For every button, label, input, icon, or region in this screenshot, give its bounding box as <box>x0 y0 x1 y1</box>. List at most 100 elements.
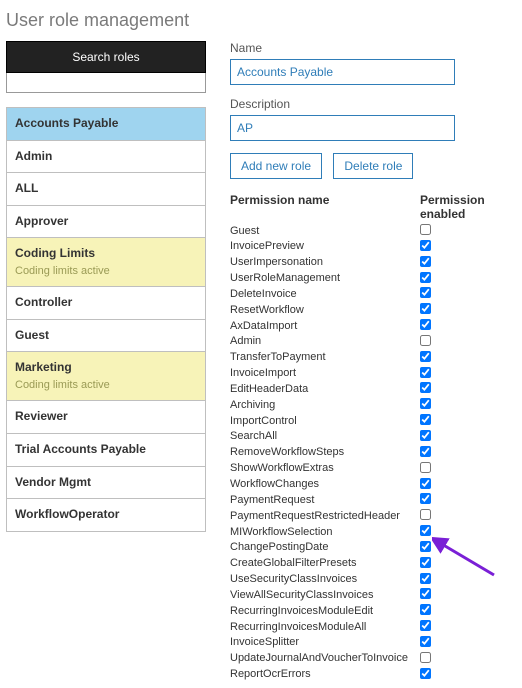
permission-row: UserRoleManagement <box>230 271 516 287</box>
permission-checkbox[interactable] <box>420 335 431 346</box>
description-label: Description <box>230 97 516 111</box>
role-item-sublabel: Coding limits active <box>15 264 197 278</box>
permission-checkbox[interactable] <box>420 367 431 378</box>
permission-checkbox[interactable] <box>420 240 431 251</box>
permission-checkbox[interactable] <box>420 351 431 362</box>
role-item-label: Controller <box>15 295 72 309</box>
permission-name: ImportControl <box>230 414 420 429</box>
name-label: Name <box>230 41 516 55</box>
permission-checkbox[interactable] <box>420 287 431 298</box>
role-item-label: Marketing <box>15 360 72 374</box>
permission-row: UserImpersonation <box>230 255 516 271</box>
role-item-label: WorkflowOperator <box>15 507 119 521</box>
permission-checkbox[interactable] <box>420 652 431 663</box>
permission-name: WorkflowChanges <box>230 477 420 492</box>
permission-checkbox[interactable] <box>420 541 431 552</box>
permission-row: PaymentRequest <box>230 492 516 508</box>
permission-row: InvoiceSplitter <box>230 635 516 651</box>
permission-row: RecurringInvoicesModuleEdit <box>230 603 516 619</box>
permission-row: WorkflowChanges <box>230 477 516 493</box>
role-item[interactable]: Coding Limits Coding limits active <box>6 238 206 287</box>
permission-list: GuestInvoicePreviewUserImpersonationUser… <box>230 223 516 682</box>
permission-checkbox[interactable] <box>420 398 431 409</box>
permission-name: InvoicePreview <box>230 239 420 254</box>
permission-row: RemoveWorkflowSteps <box>230 445 516 461</box>
name-input[interactable] <box>230 59 455 85</box>
role-item[interactable]: Reviewer <box>6 401 206 434</box>
permission-row: Archiving <box>230 397 516 413</box>
permission-row: ResetWorkflow <box>230 302 516 318</box>
description-input[interactable] <box>230 115 455 141</box>
permission-name: PaymentRequest <box>230 493 420 508</box>
permission-enabled-header: Permission enabled <box>420 193 516 221</box>
permission-checkbox[interactable] <box>420 224 431 235</box>
role-item-label: Admin <box>15 149 52 163</box>
role-item-label: Approver <box>15 214 68 228</box>
permission-name: AxDataImport <box>230 319 420 334</box>
permission-checkbox[interactable] <box>420 303 431 314</box>
role-item-label: Reviewer <box>15 409 68 423</box>
role-item[interactable]: ALL <box>6 173 206 206</box>
search-roles-input[interactable] <box>6 73 206 93</box>
role-list: Accounts Payable Admin ALL Approver Coding L… <box>6 107 206 532</box>
permission-checkbox[interactable] <box>420 414 431 425</box>
add-new-role-button[interactable]: Add new role <box>230 153 322 179</box>
role-item-sublabel: Coding limits active <box>15 378 197 392</box>
search-roles-button[interactable]: Search roles <box>6 41 206 73</box>
permission-name: ReportOcrErrors <box>230 667 420 682</box>
role-item[interactable]: Approver <box>6 206 206 239</box>
permission-checkbox[interactable] <box>420 525 431 536</box>
permission-name: UpdateJournalAndVoucherToInvoice <box>230 651 420 666</box>
permission-checkbox[interactable] <box>420 319 431 330</box>
role-item[interactable]: Controller <box>6 287 206 320</box>
role-item-label: Trial Accounts Payable <box>15 442 146 456</box>
permission-name: ResetWorkflow <box>230 303 420 318</box>
permission-checkbox[interactable] <box>420 478 431 489</box>
permission-checkbox[interactable] <box>420 557 431 568</box>
role-item[interactable]: WorkflowOperator <box>6 499 206 532</box>
permission-checkbox[interactable] <box>420 509 431 520</box>
permission-checkbox[interactable] <box>420 382 431 393</box>
permission-checkbox[interactable] <box>420 636 431 647</box>
permission-checkbox[interactable] <box>420 430 431 441</box>
role-item[interactable]: Admin <box>6 141 206 174</box>
role-item[interactable]: Guest <box>6 320 206 353</box>
role-item[interactable]: Trial Accounts Payable <box>6 434 206 467</box>
permission-row: InvoiceImport <box>230 366 516 382</box>
role-item-label: Coding Limits <box>15 246 95 260</box>
role-item-label: Guest <box>15 328 49 342</box>
permission-checkbox[interactable] <box>420 272 431 283</box>
permission-row: EditHeaderData <box>230 381 516 397</box>
permission-checkbox[interactable] <box>420 620 431 631</box>
role-item[interactable]: Marketing Coding limits active <box>6 352 206 401</box>
permission-name: EditHeaderData <box>230 382 420 397</box>
permission-checkbox[interactable] <box>420 446 431 457</box>
permission-row: ChangePostingDate <box>230 540 516 556</box>
permission-name: DeleteInvoice <box>230 287 420 302</box>
permission-checkbox[interactable] <box>420 462 431 473</box>
permission-checkbox[interactable] <box>420 588 431 599</box>
permission-name: RecurringInvoicesModuleEdit <box>230 604 420 619</box>
permission-name-header: Permission name <box>230 193 420 221</box>
role-item[interactable]: Vendor Mgmt <box>6 467 206 500</box>
permission-name: Guest <box>230 224 420 239</box>
permission-row: Admin <box>230 334 516 350</box>
permission-row: RecurringInvoicesModuleAll <box>230 619 516 635</box>
permission-header: Permission name Permission enabled <box>230 193 516 221</box>
permission-row: Guest <box>230 223 516 239</box>
permission-checkbox[interactable] <box>420 573 431 584</box>
permission-name: InvoiceSplitter <box>230 635 420 650</box>
permission-name: ViewAllSecurityClassInvoices <box>230 588 420 603</box>
delete-role-button[interactable]: Delete role <box>333 153 413 179</box>
role-item[interactable]: Accounts Payable <box>6 108 206 141</box>
permission-checkbox[interactable] <box>420 604 431 615</box>
permission-row: ReportOcrErrors <box>230 667 516 683</box>
permission-row: UpdateJournalAndVoucherToInvoice <box>230 651 516 667</box>
permission-name: UseSecurityClassInvoices <box>230 572 420 587</box>
role-item-label: Vendor Mgmt <box>15 475 91 489</box>
permission-checkbox[interactable] <box>420 493 431 504</box>
permission-row: CreateGlobalFilterPresets <box>230 556 516 572</box>
permission-checkbox[interactable] <box>420 256 431 267</box>
permission-name: UserRoleManagement <box>230 271 420 286</box>
permission-checkbox[interactable] <box>420 668 431 679</box>
